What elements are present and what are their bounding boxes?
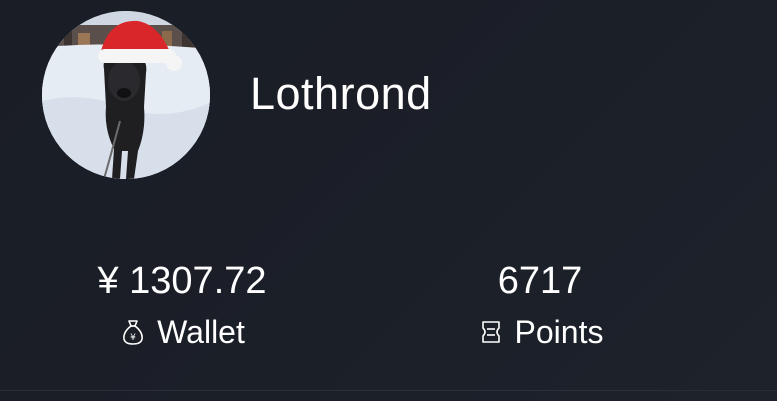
- money-bag-icon: ¥: [119, 317, 147, 347]
- wallet-stat[interactable]: ¥ 1307.72 ¥ Wallet: [52, 256, 312, 352]
- svg-text:¥: ¥: [130, 333, 136, 343]
- avatar-image: [42, 11, 210, 179]
- divider: [0, 390, 777, 391]
- avatar[interactable]: [42, 11, 210, 179]
- username: Lothrond: [250, 68, 432, 119]
- points-balance: 6717: [497, 260, 583, 302]
- profile-header: Lothrond ¥ 1307.72 ¥ Wallet 6717 Points: [0, 0, 777, 401]
- wallet-label-row: ¥ Wallet: [52, 312, 312, 352]
- points-label-row: Points: [410, 312, 670, 352]
- ticket-icon: [477, 317, 505, 347]
- points-stat[interactable]: 6717 Points: [410, 256, 670, 352]
- wallet-label: Wallet: [157, 314, 245, 350]
- wallet-balance: ¥ 1307.72: [97, 260, 267, 302]
- points-label: Points: [514, 314, 604, 350]
